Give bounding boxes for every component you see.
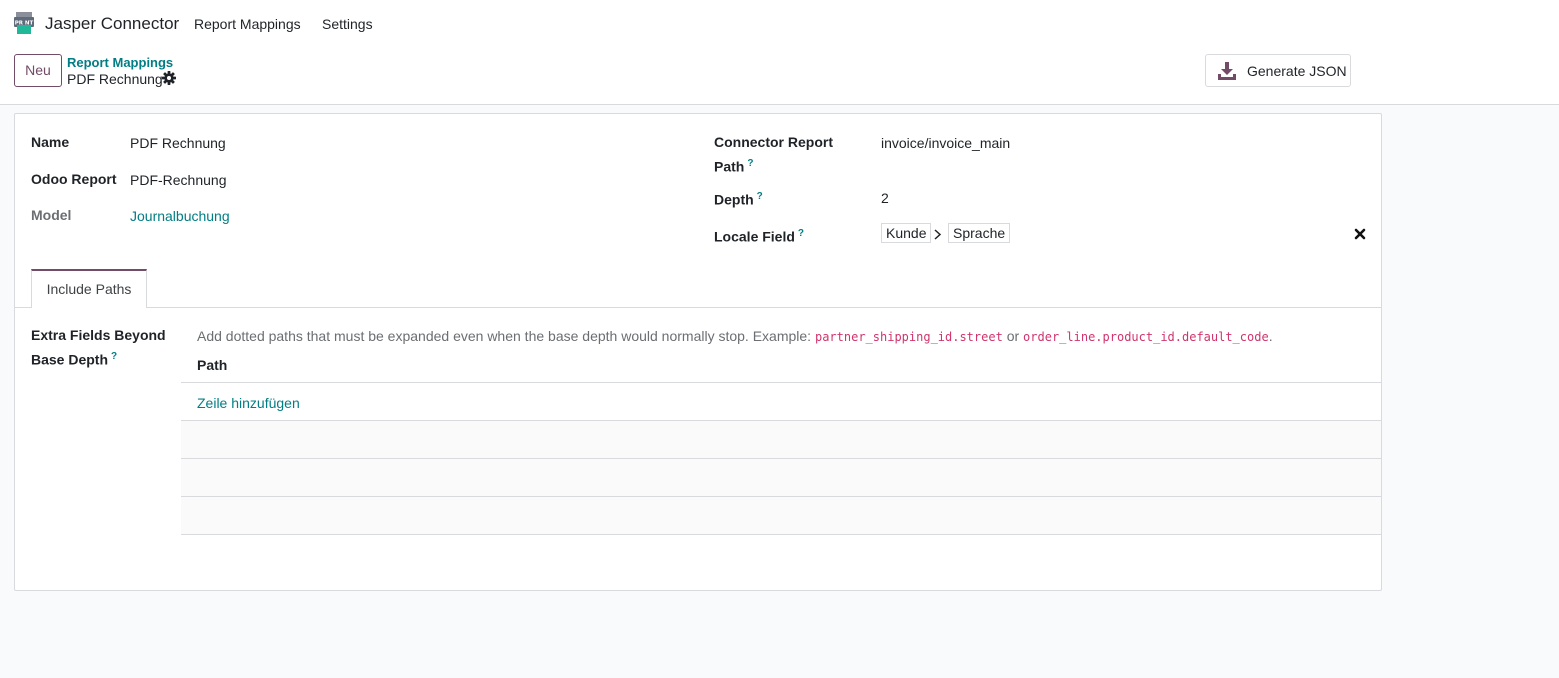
locale-tag-sprache[interactable]: Sprache (948, 223, 1011, 243)
help-icon[interactable]: ? (757, 191, 763, 202)
table-row (181, 421, 1381, 458)
help-icon[interactable]: ? (111, 351, 117, 362)
model-label: Model (31, 207, 72, 223)
model-link[interactable]: Journalbuchung (130, 208, 230, 224)
new-button[interactable]: Neu (14, 54, 62, 87)
description-period: . (1268, 328, 1273, 344)
depth-value[interactable]: 2 (881, 190, 889, 206)
locale-field-label-text: Locale Field (714, 228, 795, 245)
add-line-link[interactable]: Zeile hinzufügen (197, 395, 300, 411)
name-value[interactable]: PDF Rechnung (130, 135, 226, 151)
locale-tag-kunde[interactable]: Kunde (881, 223, 932, 243)
connector-report-path-label: Connector Report Path? (714, 132, 833, 178)
help-icon[interactable]: ? (747, 158, 753, 169)
example-path-1: partner_shipping_id.street (814, 330, 1003, 344)
table-row (181, 459, 1381, 496)
field-description: Add dotted paths that must be expanded e… (197, 328, 1273, 344)
extra-fields-label-line1: Extra Fields Beyond (31, 327, 166, 343)
connector-report-path-label-line2: Path (714, 158, 745, 175)
menu-settings[interactable]: Settings (322, 16, 373, 32)
extra-fields-label-line2: Base Depth (31, 351, 109, 368)
name-label: Name (31, 134, 70, 150)
form-sheet: Name PDF Rechnung Odoo Report PDF-Rechnu… (14, 113, 1382, 591)
depth-label-text: Depth (714, 191, 754, 208)
menu-report-mappings[interactable]: Report Mappings (194, 16, 301, 32)
help-icon[interactable]: ? (798, 228, 804, 239)
table-row-divider (181, 382, 1381, 383)
download-icon (1218, 62, 1236, 80)
chevron-right-icon (934, 229, 942, 240)
odoo-report-label: Odoo Report (31, 171, 117, 187)
top-navbar: PR NT Jasper Connector Report Mappings S… (0, 0, 1559, 105)
connector-report-path-value[interactable]: invoice/invoice_main (881, 135, 1010, 151)
table-row-divider (181, 534, 1381, 535)
example-path-2: order_line.product_id.default_code (1023, 330, 1269, 344)
breadcrumb-current: PDF Rechnung (67, 71, 163, 87)
generate-json-button[interactable]: Generate JSON (1205, 54, 1351, 87)
locale-field-label: Locale Field? (714, 223, 804, 248)
generate-json-label: Generate JSON (1247, 63, 1347, 79)
description-text: Add dotted paths that must be expanded e… (197, 328, 812, 344)
description-or: or (1006, 328, 1020, 344)
connector-report-path-label-line1: Connector Report (714, 134, 833, 150)
tab-include-paths[interactable]: Include Paths (31, 269, 147, 308)
close-icon[interactable] (1353, 227, 1367, 241)
app-name[interactable]: Jasper Connector (45, 14, 179, 34)
breadcrumb-parent[interactable]: Report Mappings (67, 55, 173, 70)
path-column-header[interactable]: Path (197, 357, 227, 373)
gear-icon[interactable] (162, 71, 176, 85)
depth-label: Depth? (714, 186, 763, 211)
print-icon[interactable]: PR NT (14, 12, 34, 34)
extra-fields-label: Extra Fields Beyond Base Depth? (31, 325, 166, 371)
tab-divider (15, 307, 1381, 308)
table-row (181, 497, 1381, 534)
odoo-report-value[interactable]: PDF-Rechnung (130, 172, 227, 188)
